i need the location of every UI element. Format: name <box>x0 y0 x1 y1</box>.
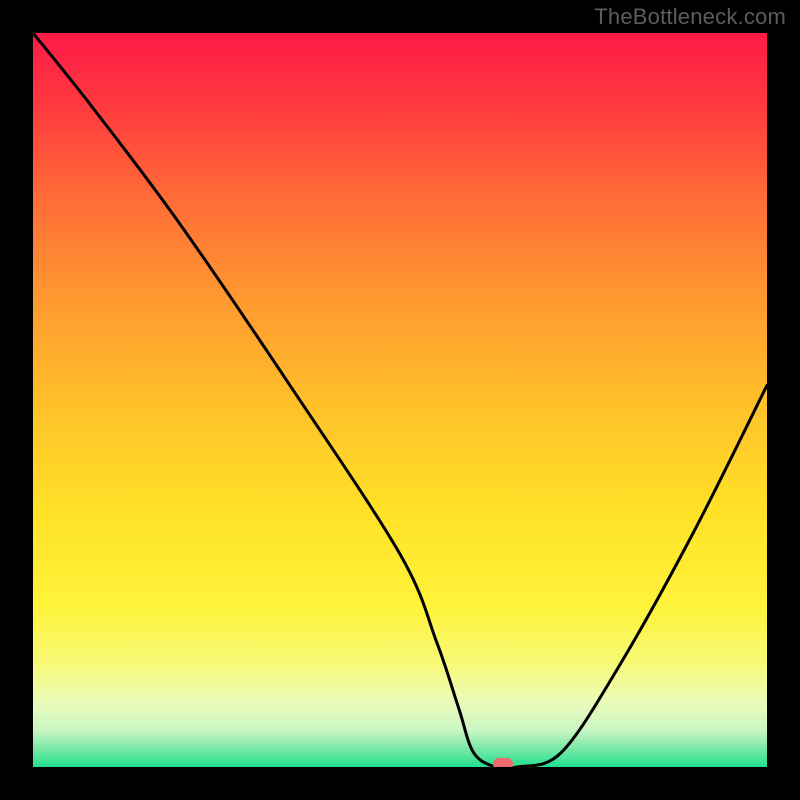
plot-area <box>33 33 767 767</box>
gradient-background <box>33 33 767 767</box>
chart-frame: TheBottleneck.com <box>0 0 800 800</box>
watermark-text: TheBottleneck.com <box>594 4 786 30</box>
optimum-marker <box>493 758 513 767</box>
plot-svg <box>33 33 767 767</box>
